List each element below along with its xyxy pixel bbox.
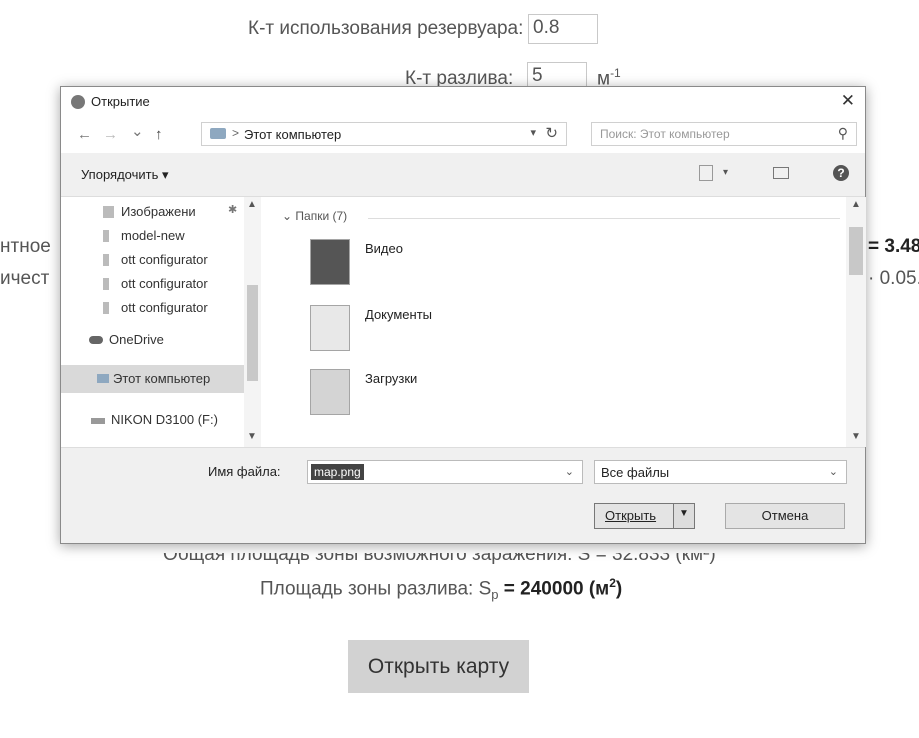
sidebar-item-images[interactable]: Изображени ✱ (61, 199, 246, 225)
left-fragment-1: нтное (0, 236, 51, 257)
folder-icon (103, 278, 109, 290)
folder-item-documents[interactable]: Документы (300, 299, 700, 361)
pictures-icon (103, 206, 114, 218)
sidebar-item-ott-configurator-3[interactable]: ott configurator (61, 295, 246, 321)
reservoir-input[interactable]: 0.8 (528, 14, 598, 44)
chevron-down-icon: ⌄ (282, 209, 296, 223)
reservoir-label: К-т использования резервуара: (248, 18, 524, 39)
sidebar-item-ott-configurator-1[interactable]: ott configurator (61, 247, 246, 273)
scrollbar-thumb[interactable] (849, 227, 863, 275)
filename-input[interactable]: map.png ⌄ (307, 460, 583, 484)
chevron-down-icon[interactable]: ▾ (530, 126, 536, 139)
chevron-down-icon[interactable]: ▼ (247, 431, 257, 442)
help-icon[interactable]: ? (833, 165, 849, 181)
navigation-scrollbar[interactable]: ▲ ▼ (244, 197, 261, 447)
open-options-dropdown[interactable]: ▼ (673, 504, 694, 528)
chevron-down-icon[interactable]: ⌄ (565, 465, 574, 478)
forward-icon[interactable]: → (103, 126, 118, 143)
folder-icon (103, 230, 109, 242)
chevron-up-icon[interactable]: ▲ (247, 199, 257, 210)
dialog-titlebar: Открытие ✕ (61, 87, 865, 117)
sidebar-item-ott-configurator-2[interactable]: ott configurator (61, 271, 246, 297)
folders-group-header[interactable]: ⌄ Папки (7) (282, 209, 347, 223)
refresh-icon[interactable]: ↻ (545, 124, 558, 142)
open-button[interactable]: Открыть ▼ (594, 503, 695, 529)
address-bar[interactable]: > Этот компьютер ▾ ↻ (201, 122, 567, 146)
filename-label: Имя файла: (208, 464, 281, 479)
dialog-title: Открытие (91, 94, 150, 109)
file-list-scrollbar[interactable]: ▲ ▼ (846, 197, 866, 447)
search-placeholder: Поиск: Этот компьютер (600, 127, 730, 141)
downloads-folder-icon (310, 369, 350, 415)
breadcrumb-this-pc[interactable]: Этот компьютер (244, 127, 341, 142)
search-input[interactable]: Поиск: Этот компьютер ⚲ (591, 122, 857, 146)
cloud-icon (89, 336, 103, 344)
scrollbar-thumb[interactable] (247, 285, 258, 381)
computer-icon (97, 374, 109, 383)
file-type-value: Все файлы (601, 465, 670, 480)
folder-icon (103, 254, 109, 266)
close-icon[interactable]: ✕ (841, 91, 855, 111)
sidebar-item-nikon-drive[interactable]: NIKON D3100 (F:) (61, 407, 246, 433)
video-folder-icon (310, 239, 350, 285)
back-icon[interactable]: ← (77, 126, 92, 143)
pin-icon: ✱ (228, 204, 238, 216)
cancel-button[interactable]: Отмена (725, 503, 845, 529)
total-area-text: Общая площадь зоны возможного заражения:… (163, 544, 716, 565)
folder-item-downloads[interactable]: Загрузки (300, 363, 700, 425)
chrome-icon (71, 95, 85, 109)
file-type-filter[interactable]: Все файлы ⌄ (594, 460, 847, 484)
caret-down-icon: ▼ (679, 508, 689, 519)
dialog-footer: Имя файла: map.png ⌄ Все файлы ⌄ Открыть… (61, 447, 865, 543)
filename-value: map.png (311, 464, 364, 480)
search-icon[interactable]: ⚲ (838, 125, 848, 142)
open-map-button[interactable]: Открыть карту (348, 640, 529, 693)
navigation-bar: ← → ⌄ ↑ > Этот компьютер ▾ ↻ Поиск: Этот… (61, 117, 865, 153)
view-options-icon[interactable] (699, 165, 713, 181)
navigation-pane: Изображени ✱ model-new ott configurator o… (61, 197, 268, 447)
documents-folder-icon (310, 305, 350, 351)
up-folder-icon[interactable]: ↑ (155, 126, 163, 143)
open-file-dialog: Открытие ✕ ← → ⌄ ↑ > Этот компьютер ▾ ↻ … (60, 86, 866, 544)
breadcrumb-separator: > (232, 126, 240, 140)
sidebar-item-this-pc[interactable]: Этот компьютер (61, 365, 244, 393)
right-fragment-2: · 0.05. (868, 268, 919, 289)
organize-button[interactable]: Упорядочить ▾ (81, 167, 169, 183)
computer-icon (210, 128, 226, 139)
chevron-down-icon[interactable]: ▼ (851, 431, 861, 442)
folder-item-video[interactable]: Видео (300, 233, 700, 295)
command-toolbar: Упорядочить ▾ ▾ ? (61, 153, 865, 197)
open-button-label: Открыть (605, 508, 657, 523)
spill-area-text: Площадь зоны разлива: Sp = 240000 (м2) (260, 576, 623, 603)
folder-icon (103, 302, 109, 314)
sidebar-item-onedrive[interactable]: OneDrive (61, 327, 246, 353)
chevron-up-icon[interactable]: ▲ (851, 199, 861, 210)
chevron-down-icon[interactable]: ⌄ (829, 465, 838, 478)
right-fragment-1: = 3.48 (868, 236, 919, 257)
sidebar-item-model-new[interactable]: model-new (61, 223, 246, 249)
preview-pane-icon[interactable] (773, 167, 789, 179)
chevron-down-icon[interactable]: ▾ (723, 167, 728, 178)
divider (368, 218, 840, 219)
drive-icon (91, 418, 105, 424)
file-list: ⌄ Папки (7) Видео Документы Загрузки ▲ ▼ (268, 197, 866, 447)
recent-locations-icon[interactable]: ⌄ (131, 122, 144, 140)
left-fragment-2: ичест (0, 268, 50, 289)
